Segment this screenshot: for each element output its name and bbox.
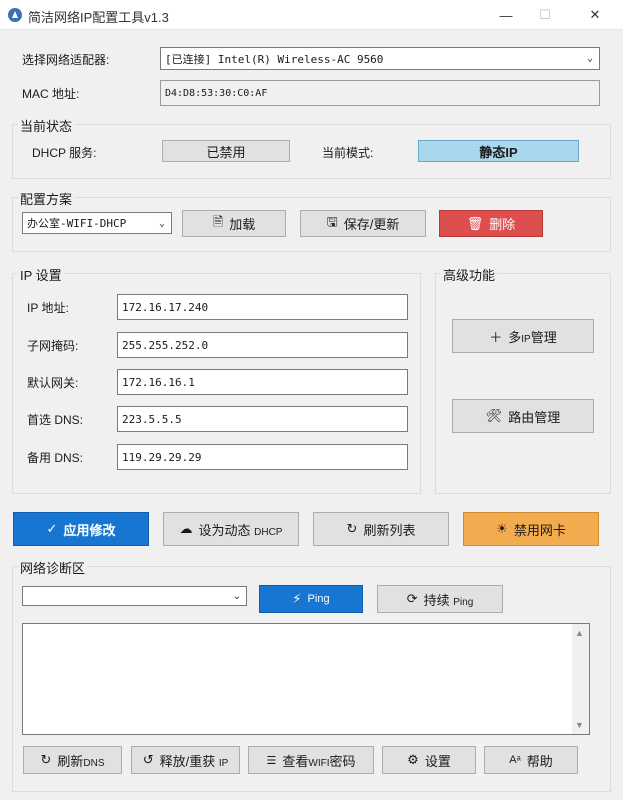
settings-button[interactable]: ⚙ 设置: [382, 746, 476, 774]
adapter-select[interactable]: [已连接] Intel(R) Wireless-AC 9560 ⌄: [160, 47, 600, 70]
refresh-icon: ↻: [346, 521, 358, 536]
output-scrollbar[interactable]: ▲ ▼: [572, 624, 589, 734]
window-title: 简洁网络IP配置工具v1.3: [28, 10, 169, 25]
mac-address-field: D4:D8:53:30:C0:AF: [160, 80, 600, 106]
trash-icon: 🗑: [466, 215, 484, 231]
diagnostics-output[interactable]: ▲ ▼: [22, 623, 590, 735]
advanced-group: [435, 273, 611, 494]
continuous-ping-button[interactable]: ⟳ 持续 Ping: [377, 585, 503, 613]
subnet-mask-input[interactable]: 255.255.252.0: [117, 332, 408, 358]
help-label: 帮助: [526, 753, 553, 769]
profile-group-title: 配置方案: [18, 189, 75, 208]
help-button[interactable]: Aᵃ 帮助: [484, 746, 578, 774]
plus-icon: ＋: [489, 329, 503, 345]
ping-target-select[interactable]: ⌄: [22, 586, 247, 606]
dhcp-status-badge: 已禁用: [162, 140, 290, 162]
ping-label: Ping: [307, 593, 330, 605]
apply-label: 应用修改: [63, 522, 116, 538]
status-group-title: 当前状态: [18, 116, 75, 135]
release-renew-button[interactable]: ↺ 释放/重获 IP: [131, 746, 240, 774]
mode-status-badge: 静态IP: [418, 140, 579, 162]
disable-adapter-button[interactable]: ☀ 禁用网卡: [463, 512, 599, 546]
mode-label: 当前模式:: [322, 146, 374, 160]
route-management-label: 路由管理: [508, 409, 561, 425]
set-dhcp-button[interactable]: ☁ 设为动态 DHCP: [163, 512, 299, 546]
secondary-dns-input[interactable]: 119.29.29.29: [117, 444, 408, 470]
chevron-down-icon: ⌄: [586, 53, 594, 64]
gateway-label: 默认网关:: [27, 376, 79, 390]
view-wifi-password-button[interactable]: ☰ 查看WIFI密码: [248, 746, 374, 774]
refresh-list-button[interactable]: ↻ 刷新列表: [313, 512, 449, 546]
view-wifi-password-label: 查看WIFI密码: [282, 753, 356, 769]
profile-select-value: 办公室-WIFI-DHCP: [27, 217, 127, 230]
refresh-list-label: 刷新列表: [363, 522, 416, 538]
maximize-button[interactable]: ☐: [522, 0, 568, 30]
refresh-dns-label: 刷新DNS: [57, 753, 105, 769]
gateway-input[interactable]: 172.16.16.1: [117, 369, 408, 395]
refresh-icon: ↻: [40, 752, 52, 767]
delete-profile-button[interactable]: 🗑 删除: [439, 210, 543, 237]
chevron-down-icon: ⌄: [232, 590, 242, 602]
router-icon: 🛠: [485, 408, 503, 423]
primary-dns-label: 首选 DNS:: [27, 413, 84, 427]
bug-icon: ☀: [496, 521, 508, 536]
title-bar: 简洁网络IP配置工具v1.3 — ☐ ✕: [0, 0, 623, 30]
profile-select[interactable]: 办公室-WIFI-DHCP ⌄: [22, 212, 172, 234]
save-icon: 🖫: [326, 213, 338, 229]
mac-label: MAC 地址:: [22, 87, 80, 101]
save-profile-label: 保存/更新: [343, 217, 400, 232]
settings-label: 设置: [424, 753, 451, 769]
dhcp-label: DHCP 服务:: [32, 146, 97, 160]
multi-ip-button[interactable]: ＋ 多IP管理: [452, 319, 594, 353]
ping-button[interactable]: ⚡ Ping: [259, 585, 363, 613]
advanced-group-title: 高级功能: [441, 265, 498, 284]
subnet-mask-label: 子网掩码:: [27, 339, 79, 353]
wifi-icon: ☰: [266, 754, 277, 767]
gear-icon: ⚙: [407, 752, 419, 767]
chevron-down-icon: ⌄: [158, 217, 166, 229]
release-renew-label: 释放/重获 IP: [159, 753, 229, 769]
continuous-ping-label: 持续 Ping: [423, 592, 474, 608]
ip-address-input[interactable]: 172.16.17.240: [117, 294, 408, 320]
file-icon: 🗎: [212, 213, 224, 229]
apply-button[interactable]: ✓ 应用修改: [13, 512, 149, 546]
load-profile-button[interactable]: 🗎 加载: [182, 210, 286, 237]
multi-ip-label: 多IP管理: [508, 329, 557, 345]
scroll-up-icon[interactable]: ▲: [575, 628, 584, 638]
loop-icon: ⟳: [406, 591, 418, 606]
ip-settings-group-title: IP 设置: [18, 265, 64, 284]
load-profile-label: 加载: [229, 217, 256, 232]
close-button[interactable]: ✕: [572, 0, 618, 30]
ip-address-label: IP 地址:: [27, 301, 69, 315]
check-icon: ✓: [46, 521, 58, 536]
app-logo-icon: [8, 8, 22, 22]
lightning-icon: ⚡: [292, 591, 302, 606]
set-dhcp-label: 设为动态 DHCP: [198, 522, 283, 538]
adapter-label: 选择网络适配器:: [22, 53, 110, 67]
diagnostics-group-title: 网络诊断区: [18, 558, 88, 577]
secondary-dns-label: 备用 DNS:: [27, 451, 84, 465]
delete-profile-label: 删除: [489, 217, 516, 232]
adapter-select-value: [已连接] Intel(R) Wireless-AC 9560: [165, 52, 384, 66]
route-management-button[interactable]: 🛠 路由管理: [452, 399, 594, 433]
font-size-icon: Aᵃ: [509, 754, 521, 766]
save-profile-button[interactable]: 🖫 保存/更新: [300, 210, 426, 237]
disable-adapter-label: 禁用网卡: [513, 522, 566, 538]
cloud-icon: ☁: [179, 521, 193, 536]
primary-dns-input[interactable]: 223.5.5.5: [117, 406, 408, 432]
rotate-icon: ↺: [142, 752, 154, 767]
scroll-down-icon[interactable]: ▼: [575, 720, 584, 730]
refresh-dns-button[interactable]: ↻ 刷新DNS: [23, 746, 122, 774]
